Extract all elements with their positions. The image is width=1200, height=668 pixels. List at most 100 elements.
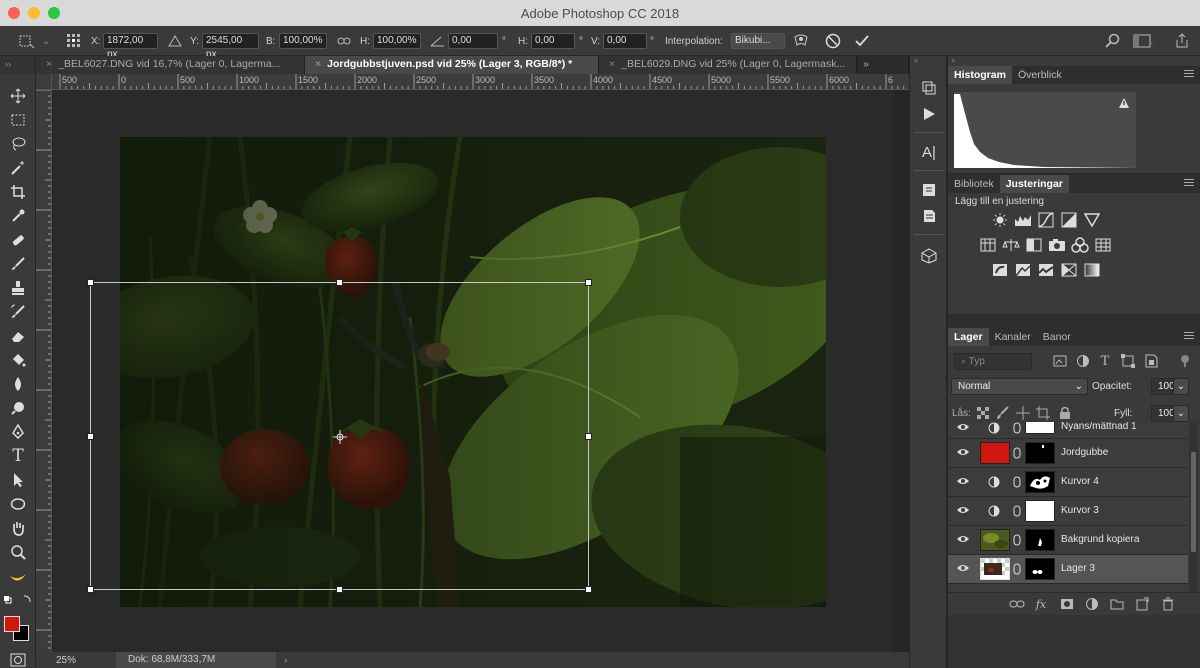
curves-icon[interactable]	[1037, 212, 1055, 228]
new-layer-icon[interactable]	[1133, 596, 1151, 612]
layer-mask-thumbnail[interactable]	[1025, 558, 1055, 580]
link-icon[interactable]	[1013, 563, 1021, 578]
rotate-field[interactable]: 0,00	[448, 33, 498, 49]
panel-menu-icon[interactable]	[1184, 332, 1194, 341]
notes-panel-icon[interactable]	[919, 206, 939, 226]
hue-saturation-icon[interactable]	[979, 237, 997, 253]
black-white-icon[interactable]	[1025, 237, 1043, 253]
tab-paths[interactable]: Banor	[1037, 328, 1077, 346]
pen-tool-icon[interactable]	[8, 422, 28, 442]
vibrance-icon[interactable]	[1083, 212, 1101, 228]
histogram-warning-icon[interactable]	[1118, 97, 1130, 109]
layer-filter-select[interactable]: ⌕ Typ	[954, 353, 1032, 370]
layer-row-lager-3[interactable]: Lager 3	[948, 555, 1188, 584]
reference-point-icon[interactable]	[66, 26, 82, 56]
layers-scrollbar[interactable]	[1189, 422, 1198, 592]
levels-icon[interactable]	[1014, 212, 1032, 228]
layer-mask-thumbnail[interactable]	[1025, 442, 1055, 464]
path-selection-tool-icon[interactable]	[8, 470, 28, 490]
ruler-origin[interactable]	[36, 74, 52, 90]
gradient-map-icon[interactable]	[1083, 262, 1101, 278]
tab-channels[interactable]: Kanaler	[989, 328, 1037, 346]
transform-handle-top-right[interactable]	[585, 279, 592, 286]
link-icon[interactable]	[1013, 476, 1021, 491]
panels-collapse-icon[interactable]: »	[948, 56, 1200, 66]
lasso-tool-icon[interactable]	[8, 134, 28, 154]
crop-tool-icon[interactable]	[8, 182, 28, 202]
search-icon[interactable]	[1105, 26, 1121, 56]
zoom-level[interactable]: 25%	[56, 655, 116, 666]
visibility-eye-icon[interactable]	[956, 447, 970, 460]
filter-pixel-icon[interactable]	[1051, 353, 1069, 369]
layer-row-hue-saturation[interactable]: Nyans/mättnad 1	[948, 422, 1188, 439]
layer-row-kurvor-4[interactable]: Kurvor 4	[948, 468, 1188, 497]
canvas-area[interactable]	[52, 90, 909, 652]
filter-toggle-icon[interactable]	[1176, 353, 1194, 369]
transform-handle-left[interactable]	[87, 433, 94, 440]
move-tool-icon[interactable]	[8, 86, 28, 106]
foreground-color-swatch[interactable]	[4, 616, 20, 632]
warp-mode-icon[interactable]	[793, 26, 809, 56]
swap-colors-icon[interactable]	[2, 594, 34, 606]
tab-overflow[interactable]: »	[857, 56, 909, 74]
visibility-eye-icon[interactable]	[956, 422, 970, 435]
invert-icon[interactable]	[991, 262, 1009, 278]
channel-mixer-icon[interactable]	[1071, 237, 1089, 253]
layer-row-kurvor-3[interactable]: Kurvor 3	[948, 497, 1188, 526]
blend-mode-select[interactable]: Normal ⌄	[951, 378, 1088, 395]
lock-all-icon[interactable]	[1056, 405, 1074, 421]
visibility-eye-icon[interactable]	[956, 476, 970, 489]
visibility-eye-icon[interactable]	[956, 563, 970, 576]
exposure-icon[interactable]	[1060, 212, 1078, 228]
link-icon[interactable]	[1013, 505, 1021, 520]
commit-transform-icon[interactable]	[854, 26, 870, 56]
status-menu-chevron-icon[interactable]: ›	[284, 655, 287, 666]
layer-image-thumbnail[interactable]	[980, 558, 1010, 580]
x-position-field[interactable]: 1872,00 px	[103, 33, 158, 60]
tools-collapse-icon[interactable]: ››	[0, 56, 35, 74]
layer-row-bakgrund-kopiera[interactable]: Bakgrund kopiera	[948, 526, 1188, 555]
layer-name[interactable]: Nyans/mättnad 1	[1061, 422, 1137, 432]
lock-artboard-icon[interactable]	[1034, 405, 1052, 421]
eyedropper-tool-icon[interactable]	[8, 206, 28, 226]
transform-tool-icon[interactable]	[16, 26, 36, 56]
color-balance-icon[interactable]	[1002, 237, 1020, 253]
character-panel-icon[interactable]: A|	[919, 142, 939, 162]
share-icon[interactable]	[1174, 26, 1190, 56]
history-panel-icon[interactable]	[919, 78, 939, 98]
visibility-eye-icon[interactable]	[956, 534, 970, 547]
layer-name[interactable]: Bakgrund kopiera	[1061, 534, 1139, 545]
properties-panel-icon[interactable]	[919, 180, 939, 200]
lock-position-icon[interactable]	[1014, 405, 1032, 421]
link-icon[interactable]	[1013, 447, 1021, 462]
transform-handle-bottom[interactable]	[336, 586, 343, 593]
tab-jordgubbstjuven[interactable]: × Jordgubbstjuven.psd vid 25% (Lager 3, R…	[305, 56, 599, 74]
transform-handle-top-left[interactable]	[87, 279, 94, 286]
transform-reference-point-icon[interactable]	[333, 430, 347, 444]
width-field[interactable]: 100,00%	[279, 33, 327, 49]
layer-name[interactable]: Jordgubbe	[1061, 447, 1108, 458]
history-brush-tool-icon[interactable]	[8, 302, 28, 322]
opacity-slider-chevron-icon[interactable]: ⌄	[1173, 378, 1189, 395]
edit-toolbar-icon[interactable]	[8, 568, 28, 588]
filter-shape-icon[interactable]	[1119, 353, 1137, 369]
blur-tool-icon[interactable]	[8, 374, 28, 394]
photo-filter-icon[interactable]	[1048, 237, 1066, 253]
transform-handle-bottom-right[interactable]	[585, 586, 592, 593]
height-field[interactable]: 100,00%	[373, 33, 421, 49]
layer-row-jordgubbe[interactable]: Jordgubbe	[948, 439, 1188, 468]
tab-adjustments[interactable]: Justeringar	[999, 175, 1069, 193]
filter-adjustment-icon[interactable]	[1074, 353, 1092, 369]
quick-mask-icon[interactable]	[8, 650, 28, 668]
transform-handle-right[interactable]	[585, 433, 592, 440]
transform-handle-bottom-left[interactable]	[87, 586, 94, 593]
clone-stamp-tool-icon[interactable]	[8, 278, 28, 298]
document-image[interactable]	[120, 137, 826, 607]
close-tab-icon[interactable]: ×	[315, 58, 321, 70]
color-lookup-icon[interactable]	[1094, 237, 1112, 253]
vertical-ruler[interactable]	[36, 90, 52, 652]
close-tab-icon[interactable]: ×	[609, 58, 615, 70]
tab-layers[interactable]: Lager	[948, 328, 989, 346]
link-icon[interactable]	[1013, 422, 1021, 437]
marquee-tool-icon[interactable]	[8, 110, 28, 130]
